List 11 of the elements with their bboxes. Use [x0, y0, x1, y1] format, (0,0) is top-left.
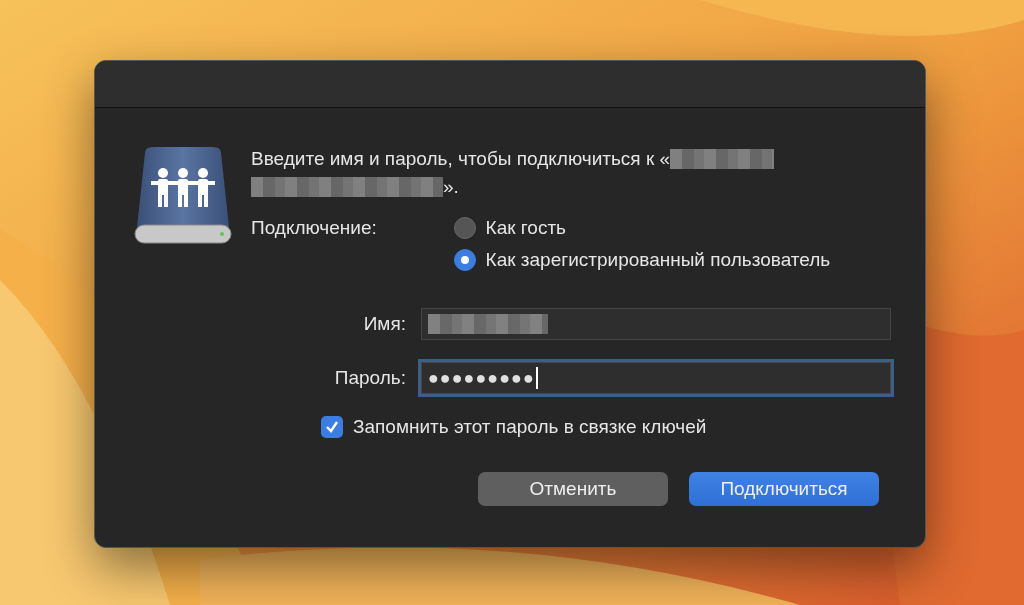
radio-option[interactable]: Как гость — [453, 217, 891, 239]
cancel-button[interactable]: Отменить — [478, 472, 668, 506]
connect-button[interactable]: Подключиться — [689, 472, 879, 506]
radio-option[interactable]: Как зарегистрированный пользователь — [453, 249, 891, 271]
remember-checkbox[interactable]: Запомнить этот пароль в связке ключей — [321, 416, 891, 438]
connection-label: Подключение: — [251, 217, 378, 239]
field-label: Пароль: — [333, 367, 406, 389]
password-field[interactable]: ●●●●●●●●● — [421, 362, 891, 394]
field-label: Имя: — [362, 313, 406, 335]
prompt-text: ». — [443, 176, 459, 198]
prompt-text: Введите имя и пароль, чтобы подключиться к « — [251, 148, 671, 170]
